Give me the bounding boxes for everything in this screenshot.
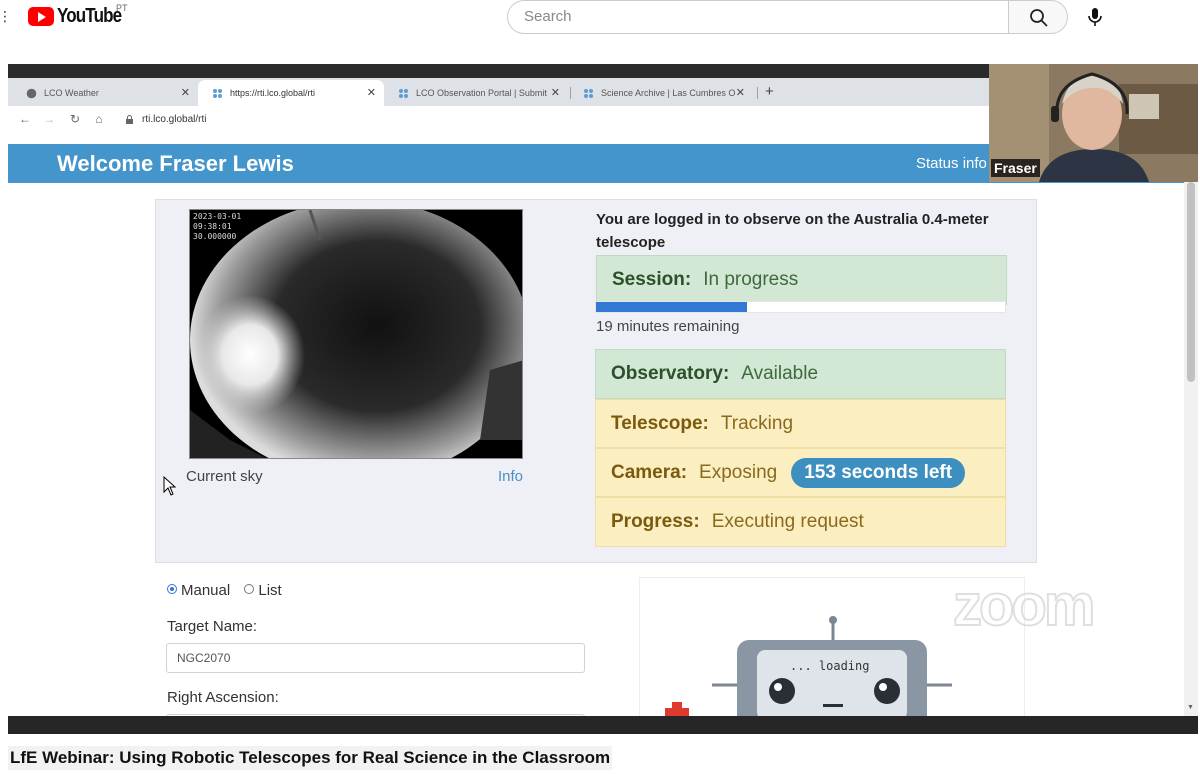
home-icon[interactable]: ⌂ xyxy=(92,112,106,126)
back-icon[interactable]: ← xyxy=(18,112,32,126)
tab-lco-weather[interactable]: LCO Weather ✕ xyxy=(12,80,198,106)
scrollbar-thumb[interactable] xyxy=(1187,182,1195,382)
youtube-header: ⋮ YouTube PT Search xyxy=(0,0,1200,40)
tab-label: LCO Observation Portal | Submit xyxy=(416,88,547,98)
sky-info-link[interactable]: Info xyxy=(498,468,523,485)
sky-timestamp: 2023-03-01 09:38:01 30.000000 xyxy=(193,212,241,242)
reload-icon[interactable]: ↻ xyxy=(68,112,82,126)
sky-date: 2023-03-01 xyxy=(193,212,242,221)
camera-status: Camera: Exposing 153 seconds left xyxy=(595,448,1006,497)
lco-icon xyxy=(584,89,593,98)
zoom-watermark: zoom xyxy=(952,572,1096,639)
sky-time: 09:38:01 xyxy=(193,222,232,231)
globe-icon xyxy=(26,88,37,99)
right-ascension-label: Right Ascension: xyxy=(167,689,279,706)
menu-icon[interactable]: ⋮ xyxy=(0,8,12,24)
sky-caption: Current sky xyxy=(186,468,263,485)
robot-loading-text: ... loading xyxy=(790,659,869,673)
list-radio-label[interactable]: List xyxy=(258,582,281,599)
browser-tabbar: LCO Weather ✕ https://rti.lco.global/rti… xyxy=(8,78,990,106)
youtube-logo-text: YouTube xyxy=(57,4,122,27)
lock-icon[interactable] xyxy=(126,115,133,124)
search-button[interactable] xyxy=(1008,0,1068,34)
close-icon[interactable]: ✕ xyxy=(367,80,376,106)
target-name-label: Target Name: xyxy=(167,618,258,635)
tab-observation-portal[interactable]: LCO Observation Portal | Submit ✕ xyxy=(384,80,568,106)
progress-label: Progress: xyxy=(611,511,700,532)
youtube-play-icon xyxy=(28,6,54,26)
lco-icon xyxy=(213,89,222,98)
search-icon xyxy=(1030,9,1048,27)
page-scrollbar[interactable]: ▼ xyxy=(1184,178,1198,716)
tab-label: https://rti.lco.global/rti xyxy=(230,88,316,98)
session-label: Session: xyxy=(612,269,692,290)
telescope-value: Tracking xyxy=(720,413,794,434)
all-sky-camera-image: 2023-03-01 09:38:01 30.000000 xyxy=(189,209,523,459)
mouse-cursor-icon xyxy=(163,476,177,496)
new-tab-icon[interactable]: + xyxy=(765,78,774,106)
telescope-status: Telescope: Tracking xyxy=(595,399,1006,448)
session-status: Session: In progress xyxy=(596,255,1007,305)
list-radio[interactable] xyxy=(244,584,255,595)
lco-icon xyxy=(399,89,408,98)
close-icon[interactable]: ✕ xyxy=(181,80,190,106)
scroll-down-icon[interactable]: ▼ xyxy=(1187,704,1194,711)
manual-radio-label[interactable]: Manual xyxy=(181,582,230,599)
video-letterbox-bottom xyxy=(8,716,1198,734)
close-icon[interactable]: ✕ xyxy=(551,80,560,106)
browser-addressbar: ← → ↻ ⌂ rti.lco.global/rti xyxy=(8,106,990,134)
tab-rti[interactable]: https://rti.lco.global/rti ✕ xyxy=(198,80,384,106)
session-progress-bar xyxy=(595,301,1006,313)
manual-radio[interactable] xyxy=(167,584,177,595)
welcome-title: Welcome Fraser Lewis xyxy=(57,151,294,176)
presenter-webcam: Fraser xyxy=(989,64,1198,182)
url-field[interactable]: rti.lco.global/rti xyxy=(142,106,206,134)
target-name-input[interactable]: NGC2070 xyxy=(166,643,585,673)
telescope-label: Telescope: xyxy=(611,413,709,434)
observatory-label: Observatory: xyxy=(611,363,730,384)
target-mode-selector: Manual List xyxy=(167,582,282,599)
video-title: LfE Webinar: Using Robotic Telescopes fo… xyxy=(8,746,613,770)
observatory-value: Available xyxy=(741,363,819,384)
close-icon[interactable]: ✕ xyxy=(736,80,745,106)
tab-science-archive[interactable]: Science Archive | Las Cumbres O ✕ xyxy=(569,80,753,106)
login-message: You are logged in to observe on the Aust… xyxy=(596,211,989,251)
presenter-name: Fraser xyxy=(991,159,1040,177)
observatory-status: Observatory: Available xyxy=(595,349,1006,399)
youtube-page: { "youtube": { "logo_text": "YouTube", "… xyxy=(0,0,1200,774)
camera-value: Exposing xyxy=(699,462,778,483)
tab-label: LCO Weather xyxy=(44,88,99,98)
search-input[interactable]: Search xyxy=(507,0,1009,34)
sky-exposure: 30.000000 xyxy=(193,232,237,241)
country-code: PT xyxy=(116,3,128,13)
forward-icon[interactable]: → xyxy=(42,112,56,126)
status-info-link[interactable]: Status info xyxy=(916,144,987,183)
tab-divider xyxy=(757,87,758,99)
exposure-countdown-badge: 153 seconds left xyxy=(791,457,966,488)
session-value: In progress xyxy=(703,269,799,290)
camera-label: Camera: xyxy=(611,462,688,483)
sky-image-drawing xyxy=(190,210,522,458)
session-progress-fill xyxy=(596,302,748,312)
tab-label: Science Archive | Las Cumbres O xyxy=(601,88,736,98)
microphone-icon[interactable] xyxy=(1086,7,1104,27)
progress-status: Progress: Executing request xyxy=(595,497,1006,547)
time-remaining: 19 minutes remaining xyxy=(596,318,740,335)
progress-value: Executing request xyxy=(711,511,864,532)
